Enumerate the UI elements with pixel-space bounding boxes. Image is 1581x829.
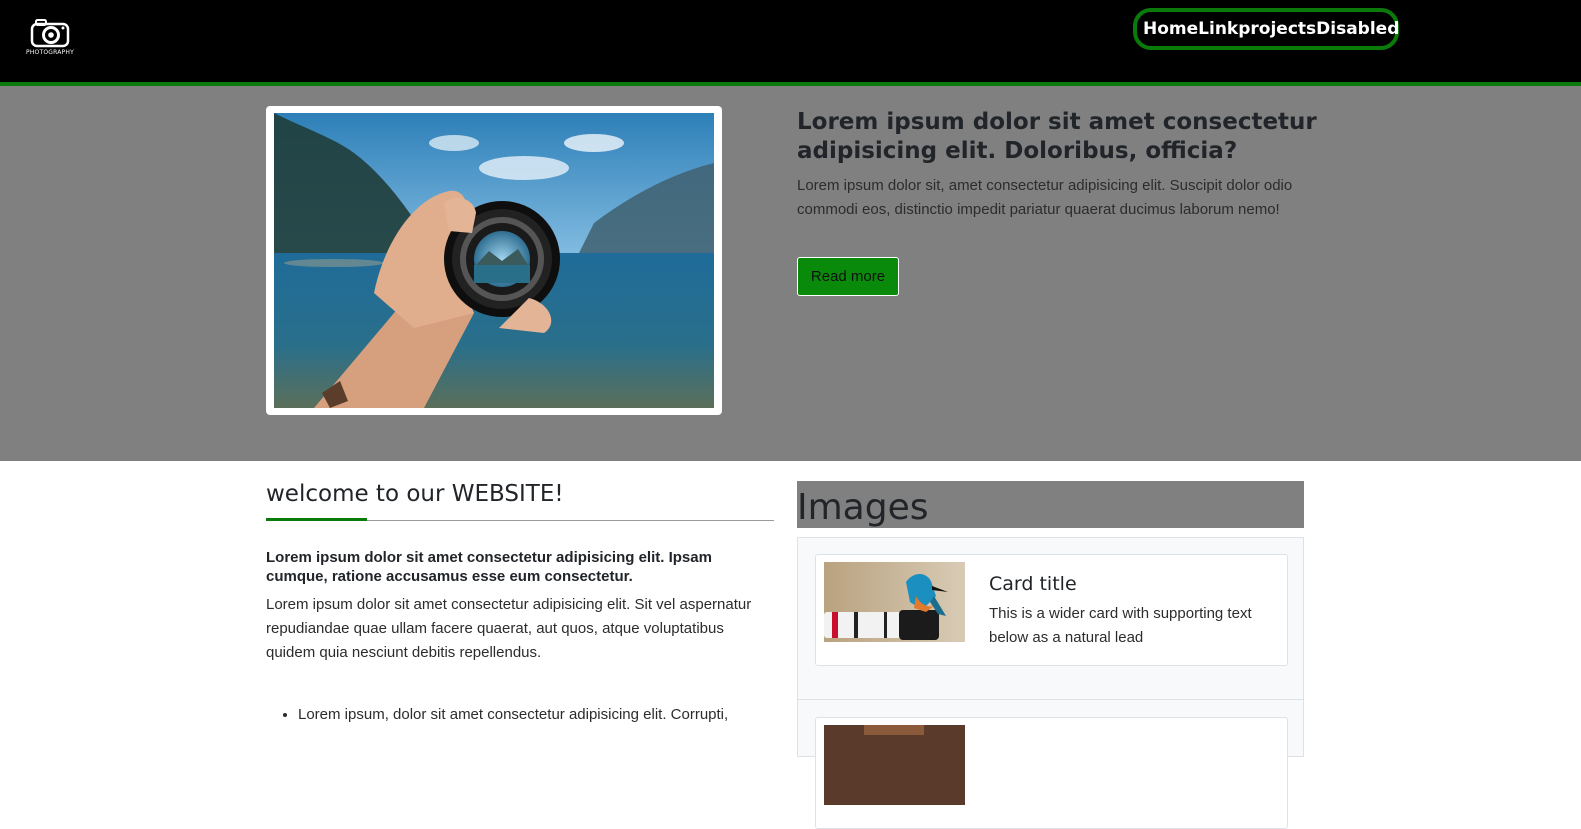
image-card[interactable]: Card title This is a wider card with sup…: [815, 554, 1288, 666]
welcome-list: Lorem ipsum, dolor sit amet consectetur …: [266, 703, 778, 727]
card-text: This is a wider card with supporting tex…: [989, 605, 1252, 646]
image-card[interactable]: [815, 717, 1288, 829]
logo-text: PHOTOGRAPHY: [26, 49, 74, 56]
card-title: Card title: [989, 573, 1077, 595]
nav-link-home[interactable]: Home: [1143, 19, 1198, 39]
hero-section: Lorem ipsum dolor sit amet consectetur a…: [0, 86, 1581, 461]
welcome-text: Lorem ipsum dolor sit amet consectetur a…: [266, 596, 752, 661]
card-image: [824, 725, 965, 805]
read-more-button[interactable]: Read more: [797, 257, 899, 296]
navbar: PHOTOGRAPHY Home Link projects Disabled: [0, 0, 1581, 86]
nav-menu: Home Link projects Disabled: [1133, 8, 1399, 50]
hero-title: Lorem ipsum dolor sit amet consectetur a…: [797, 109, 1317, 164]
hero-lens-photo: [274, 113, 714, 408]
images-panel: Card title This is a wider card with sup…: [797, 537, 1304, 829]
welcome-accent-bar: [266, 518, 367, 521]
welcome-bold-text: Lorem ipsum dolor sit amet consectetur a…: [266, 549, 712, 585]
panel-divider: [798, 699, 1303, 700]
hero-text: Lorem ipsum dolor sit, amet consectetur …: [797, 177, 1293, 218]
hero-image-frame: [266, 106, 722, 415]
nav-link-link[interactable]: Link: [1198, 19, 1238, 39]
list-item: Lorem ipsum, dolor sit amet consectetur …: [298, 703, 778, 727]
kingfisher-camera-image: [824, 562, 965, 642]
nav-link-projects[interactable]: projects: [1238, 19, 1316, 39]
welcome-heading: welcome to our WEBSITE!: [266, 481, 564, 507]
camera-logo-icon[interactable]: PHOTOGRAPHY: [24, 16, 76, 60]
images-heading: Images: [797, 481, 1304, 528]
nav-link-disabled[interactable]: Disabled: [1316, 19, 1399, 39]
